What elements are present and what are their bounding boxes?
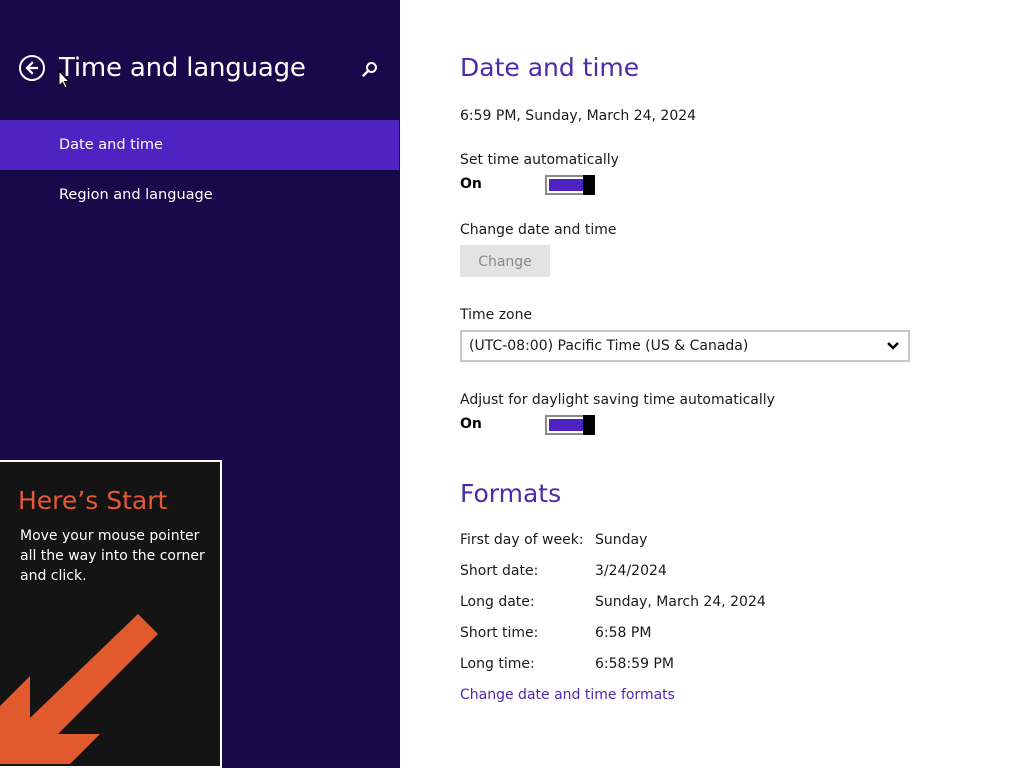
back-button[interactable] bbox=[19, 55, 45, 81]
chevron-down-icon bbox=[887, 342, 899, 350]
toggle-thumb bbox=[583, 175, 595, 195]
sidebar-item-region-and-language[interactable]: Region and language bbox=[0, 170, 399, 220]
set-time-automatically-toggle[interactable] bbox=[545, 175, 595, 195]
mouse-cursor-icon bbox=[58, 70, 70, 89]
change-date-time-label: Change date and time bbox=[460, 222, 617, 238]
sidebar-item-label: Date and time bbox=[59, 137, 163, 153]
search-button[interactable] bbox=[360, 60, 380, 80]
time-zone-value: (UTC-08:00) Pacific Time (US & Canada) bbox=[469, 338, 749, 354]
sidebar-item-label: Region and language bbox=[59, 187, 213, 203]
time-zone-dropdown[interactable]: (UTC-08:00) Pacific Time (US & Canada) bbox=[460, 330, 910, 362]
set-time-automatically-label: Set time automatically bbox=[460, 152, 619, 168]
set-time-automatically-state: On bbox=[460, 176, 482, 192]
format-value: Sunday, March 24, 2024 bbox=[595, 594, 766, 610]
toggle-fill bbox=[549, 179, 583, 191]
sidebar-item-date-and-time[interactable]: Date and time bbox=[0, 120, 399, 170]
current-date-time: 6:59 PM, Sunday, March 24, 2024 bbox=[460, 108, 697, 124]
format-label: Long date: bbox=[460, 594, 535, 610]
toggle-fill bbox=[549, 419, 583, 431]
format-label: Short date: bbox=[460, 563, 539, 579]
format-value: 6:58:59 PM bbox=[595, 656, 674, 672]
daylight-saving-label: Adjust for daylight saving time automati… bbox=[460, 392, 775, 408]
format-value: 6:58 PM bbox=[595, 625, 652, 641]
time-zone-label: Time zone bbox=[460, 307, 533, 323]
change-button[interactable]: Change bbox=[460, 245, 550, 277]
format-value: Sunday bbox=[595, 532, 648, 548]
format-label: Short time: bbox=[460, 625, 539, 641]
daylight-saving-state: On bbox=[460, 416, 482, 432]
change-formats-link[interactable]: Change date and time formats bbox=[460, 687, 675, 703]
date-and-time-heading: Date and time bbox=[460, 53, 640, 82]
settings-content: Date and time 6:59 PM, Sunday, March 24,… bbox=[400, 0, 1024, 768]
toggle-thumb bbox=[583, 415, 595, 435]
arrow-down-left-icon bbox=[0, 614, 158, 764]
format-label: First day of week: bbox=[460, 532, 584, 548]
search-icon bbox=[362, 62, 377, 77]
format-label: Long time: bbox=[460, 656, 535, 672]
page-title: Time and language bbox=[59, 53, 306, 83]
formats-heading: Formats bbox=[460, 479, 562, 508]
start-tip-title: Here’s Start bbox=[18, 486, 168, 515]
format-value: 3/24/2024 bbox=[595, 563, 667, 579]
start-tip-body: Move your mouse pointer all the way into… bbox=[20, 528, 205, 584]
start-tip-panel: Here’s Start Move your mouse pointer all… bbox=[0, 460, 222, 768]
left-pane: Time and language Date and time Region a… bbox=[0, 0, 400, 768]
back-arrow-circle-icon bbox=[25, 61, 39, 75]
daylight-saving-toggle[interactable] bbox=[545, 415, 595, 435]
